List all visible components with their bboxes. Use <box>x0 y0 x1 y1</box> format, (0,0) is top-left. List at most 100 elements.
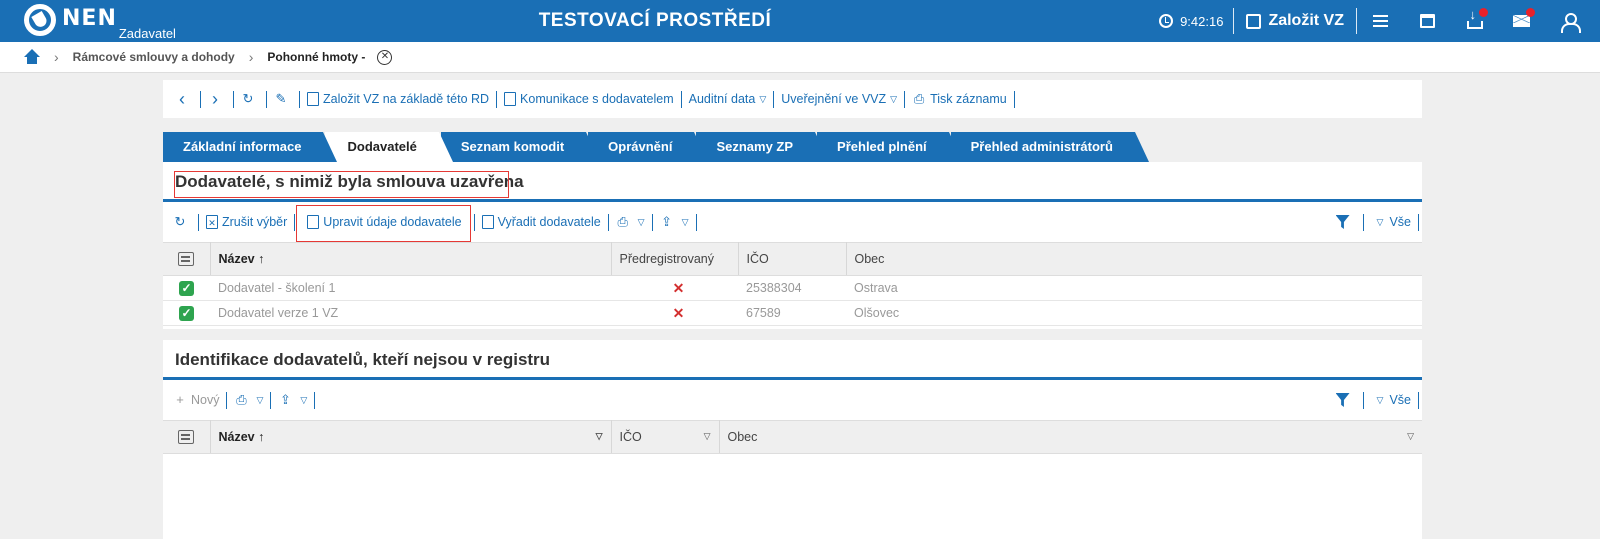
close-icon[interactable]: ✕ <box>377 49 393 65</box>
divider <box>198 213 199 231</box>
komunikace-button[interactable]: Komunikace s dodavatelem <box>500 92 678 106</box>
home-icon[interactable] <box>24 49 40 65</box>
column-header-ico[interactable]: IČO ▽ <box>611 420 720 454</box>
breadcrumb-current: Pohonné hmoty - <box>267 50 366 64</box>
filter-caret-icon[interactable]: ▽ <box>1407 431 1414 442</box>
column-label: Název <box>218 252 255 266</box>
auditni-data-dropdown[interactable]: Auditní data ▽ <box>685 92 771 106</box>
printer-icon: ⎙ <box>617 214 628 229</box>
divider <box>270 391 272 409</box>
column-header-nazev[interactable]: Název ↑ <box>210 242 612 276</box>
column-settings[interactable] <box>163 420 211 454</box>
vyradit-label: Vyřadit dodavatele <box>497 215 601 229</box>
divider <box>904 90 906 108</box>
column-header-nazev[interactable]: Název ↑ ▽ <box>210 420 612 454</box>
tab-prehled-plneni[interactable]: Přehled plnění <box>817 132 963 162</box>
chevron-right-icon: › <box>212 89 218 109</box>
view-dropdown[interactable]: ▽ Vše <box>1367 393 1415 407</box>
caret-down-icon: ▽ <box>1376 216 1384 227</box>
tab-prehled-administratoru[interactable]: Přehled administrátorů <box>950 132 1150 162</box>
tisk-button[interactable]: ⎙ Tisk záznamu <box>908 91 1011 107</box>
suppliers-panel: Dodavatelé, s nimiž byla smlouva uzavřen… <box>163 162 1422 329</box>
table-row[interactable]: ✓ Dodavatel verze 1 VZ ✕ 67589 Olšovec <box>163 300 1422 326</box>
column-header-obec[interactable]: Obec <box>846 242 1422 276</box>
tab-seznam-komodit[interactable]: Seznam komodit <box>440 132 601 162</box>
downloads-button[interactable] <box>1451 0 1498 42</box>
document-gear-icon <box>307 92 319 106</box>
divider <box>695 213 697 231</box>
divider <box>607 213 609 231</box>
chevron-right-icon: › <box>248 49 254 65</box>
menu-button[interactable] <box>1357 0 1404 42</box>
vyradit-button[interactable]: Vyřadit dodavatele <box>478 215 605 229</box>
mail-icon <box>1513 15 1530 27</box>
export-dropdown[interactable]: ⇪ ▽ <box>656 215 693 229</box>
column-label: Název <box>218 430 255 444</box>
settings-icon <box>178 252 195 266</box>
cell-predregistrovany: ✕ <box>611 300 738 326</box>
export-icon: ⇪ <box>661 214 673 229</box>
checkbox-checked-icon: ✓ <box>179 280 194 296</box>
column-header-obec[interactable]: Obec ▽ <box>719 420 1422 454</box>
tab-opravneni[interactable]: Oprávnění <box>588 132 709 162</box>
settings-icon <box>178 430 195 444</box>
divider <box>226 391 228 409</box>
zrusit-vyber-button[interactable]: ✕ Zrušit výběr <box>202 215 291 229</box>
arrow-up-icon: ↑ <box>258 430 265 444</box>
column-header-predregistrovany[interactable]: Předregistrovaný <box>611 242 739 276</box>
caret-down-icon: ▽ <box>637 216 645 227</box>
caret-down-icon: ▽ <box>300 394 308 405</box>
filter-caret-icon[interactable]: ▽ <box>596 431 603 442</box>
row-checkbox[interactable]: ✓ <box>163 300 210 326</box>
view-dropdown[interactable]: ▽ Vše <box>1367 215 1415 229</box>
view-label: Vše <box>1389 393 1411 407</box>
breadcrumb-item[interactable]: Rámcové smlouvy a dohody <box>73 50 235 64</box>
divider <box>314 391 316 409</box>
new-button[interactable]: + Nový <box>169 393 223 408</box>
divider <box>233 90 234 108</box>
cell-obec: Olšovec <box>846 300 1422 326</box>
cell-obec: Ostrava <box>846 275 1422 301</box>
tab-seznamy-zp[interactable]: Seznamy ZP <box>696 132 829 162</box>
divider <box>473 213 475 231</box>
caret-down-icon: ▽ <box>759 93 767 104</box>
document-gear-icon <box>481 215 494 229</box>
tisk-label: Tisk záznamu <box>930 92 1007 106</box>
column-settings[interactable] <box>163 242 211 276</box>
edit-button[interactable]: ✎ <box>270 92 296 106</box>
create-vz-rd-button[interactable]: Založit VZ na základě této RD <box>303 92 493 106</box>
print-dropdown[interactable]: ⎙ ▽ <box>612 215 649 229</box>
printer-icon: ⎙ <box>913 91 925 106</box>
divider <box>496 90 498 108</box>
tab-dodavatele[interactable]: Dodavatelé <box>325 132 454 162</box>
create-vz-button[interactable]: Založit VZ <box>1234 12 1356 30</box>
clock-icon <box>1159 14 1174 28</box>
filter-caret-icon[interactable]: ▽ <box>704 431 711 442</box>
deselect-icon: ✕ <box>206 215 218 229</box>
refresh-button[interactable]: ↻ <box>169 215 195 229</box>
tab-zakladni-informace[interactable]: Základní informace <box>163 132 339 162</box>
refresh-button[interactable]: ↻ <box>237 92 263 106</box>
print-dropdown[interactable]: ⎙ ▽ <box>230 393 267 407</box>
row-checkbox[interactable]: ✓ <box>163 275 210 301</box>
uverejneni-dropdown[interactable]: Uveřejnění ve VVZ ▽ <box>777 92 901 106</box>
filter-icon[interactable] <box>1335 215 1350 229</box>
environment-title: TESTOVACÍ PROSTŘEDÍ <box>538 10 772 31</box>
next-button[interactable]: › <box>204 89 230 109</box>
divider <box>1233 8 1235 34</box>
checkbox-checked-icon: ✓ <box>179 305 194 321</box>
previous-button[interactable]: ‹ <box>171 90 197 108</box>
messages-button[interactable] <box>1498 0 1545 42</box>
export-dropdown[interactable]: ⇪ ▽ <box>274 393 311 407</box>
calendar-button[interactable] <box>1404 0 1451 42</box>
chevron-right-icon: › <box>54 49 59 65</box>
column-header-ico[interactable]: IČO <box>738 242 847 276</box>
table-row[interactable]: ✓ Dodavatel - školení 1 ✕ 25388304 Ostra… <box>163 275 1422 301</box>
column-label: IČO <box>619 430 642 444</box>
download-icon <box>1466 7 1483 29</box>
create-vz-rd-label: Založit VZ na základě této RD <box>323 92 490 106</box>
filter-icon[interactable] <box>1335 393 1350 407</box>
user-button[interactable] <box>1545 0 1592 42</box>
divider <box>1418 213 1419 231</box>
record-toolbar: ‹ › ↻ ✎ Založit VZ na základě této RD Ko… <box>163 80 1422 118</box>
